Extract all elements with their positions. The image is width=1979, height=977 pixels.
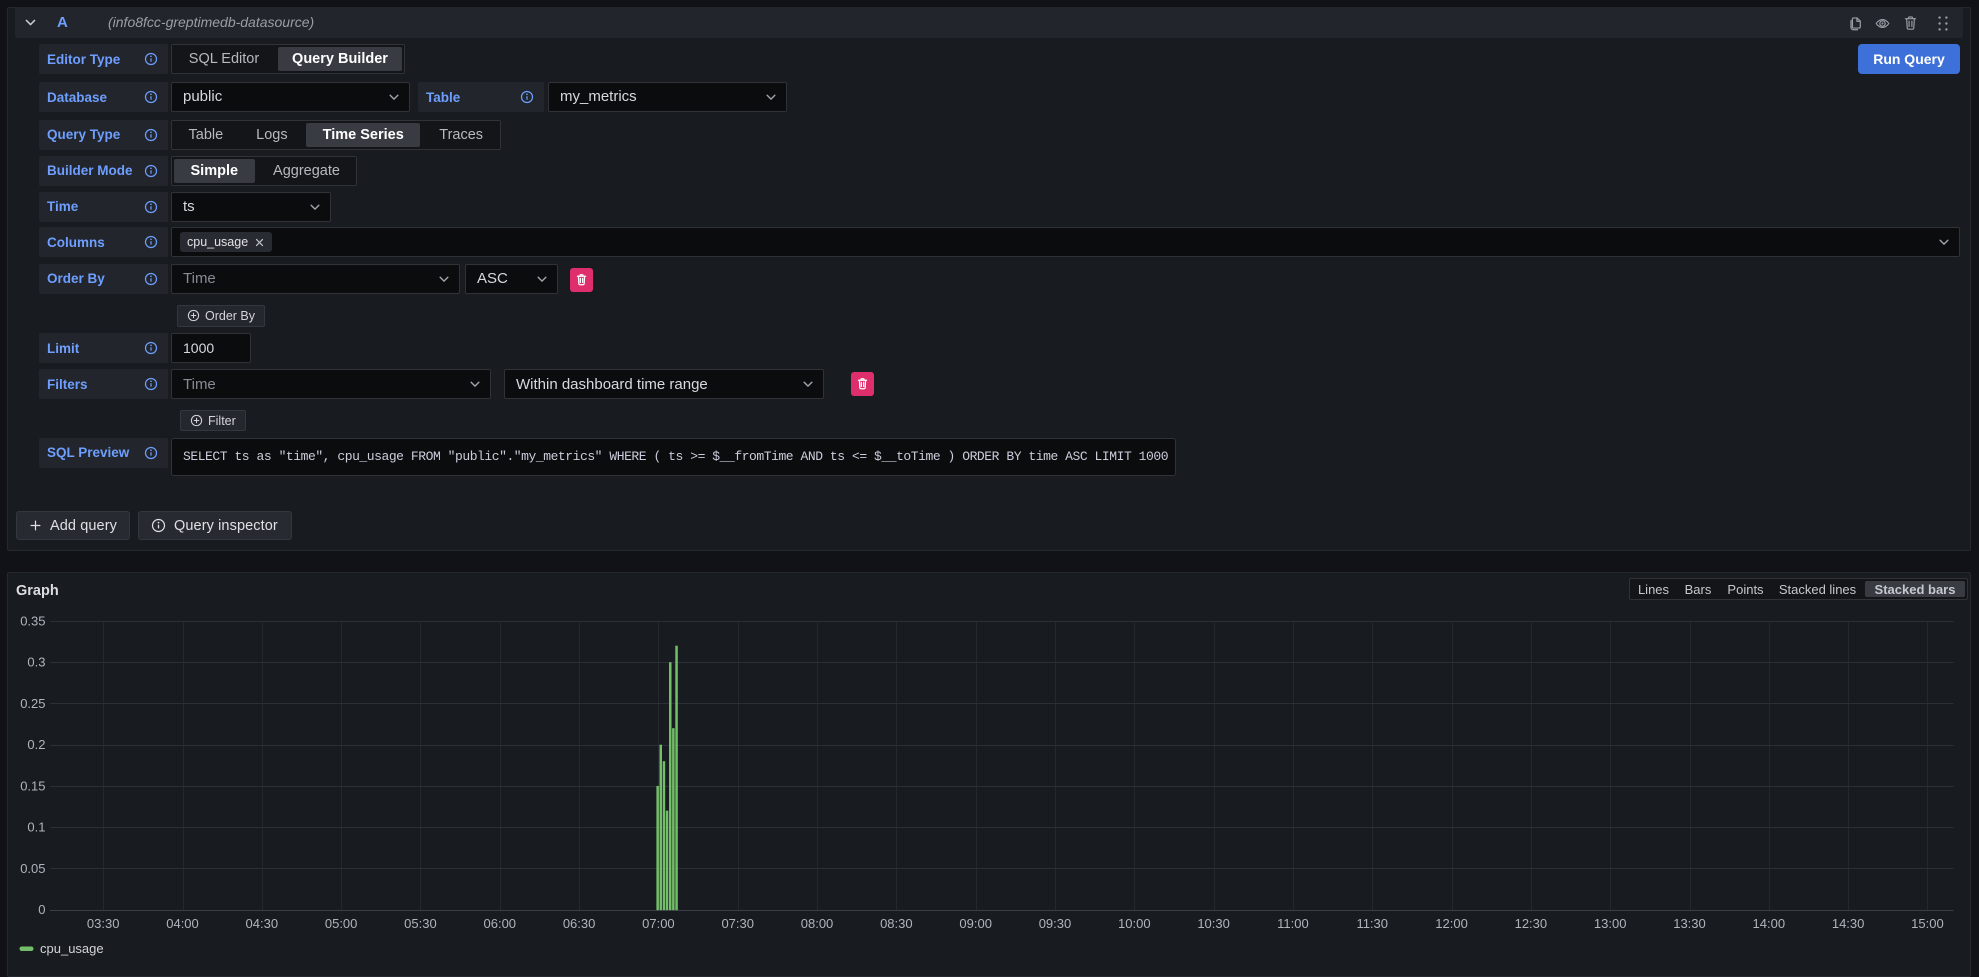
svg-text:10:00: 10:00	[1118, 916, 1151, 931]
svg-text:04:30: 04:30	[246, 916, 279, 931]
svg-text:12:30: 12:30	[1515, 916, 1548, 931]
svg-text:13:30: 13:30	[1673, 916, 1706, 931]
svg-text:0.1: 0.1	[27, 820, 45, 835]
svg-text:0.15: 0.15	[20, 778, 45, 793]
svg-text:0.05: 0.05	[20, 861, 45, 876]
svg-text:10:30: 10:30	[1197, 916, 1230, 931]
svg-text:09:00: 09:00	[959, 916, 992, 931]
svg-text:04:00: 04:00	[166, 916, 199, 931]
svg-text:08:30: 08:30	[880, 916, 913, 931]
svg-text:06:00: 06:00	[484, 916, 517, 931]
svg-text:0.35: 0.35	[20, 614, 45, 629]
svg-text:07:30: 07:30	[721, 916, 754, 931]
svg-text:03:30: 03:30	[87, 916, 120, 931]
svg-text:14:30: 14:30	[1832, 916, 1865, 931]
svg-text:05:00: 05:00	[325, 916, 358, 931]
svg-text:0.3: 0.3	[27, 655, 45, 670]
svg-text:cpu_usage: cpu_usage	[40, 941, 104, 956]
svg-text:0.2: 0.2	[27, 737, 45, 752]
svg-text:11:30: 11:30	[1356, 916, 1388, 931]
svg-text:05:30: 05:30	[404, 916, 437, 931]
svg-text:15:00: 15:00	[1911, 916, 1944, 931]
svg-text:09:30: 09:30	[1039, 916, 1072, 931]
svg-text:13:00: 13:00	[1594, 916, 1627, 931]
svg-text:07:00: 07:00	[642, 916, 675, 931]
svg-text:14:00: 14:00	[1753, 916, 1786, 931]
svg-text:08:00: 08:00	[801, 916, 834, 931]
svg-text:06:30: 06:30	[563, 916, 596, 931]
svg-text:12:00: 12:00	[1435, 916, 1468, 931]
svg-text:0.25: 0.25	[20, 696, 45, 711]
svg-text:11:00: 11:00	[1277, 916, 1309, 931]
svg-text:0: 0	[38, 902, 45, 917]
